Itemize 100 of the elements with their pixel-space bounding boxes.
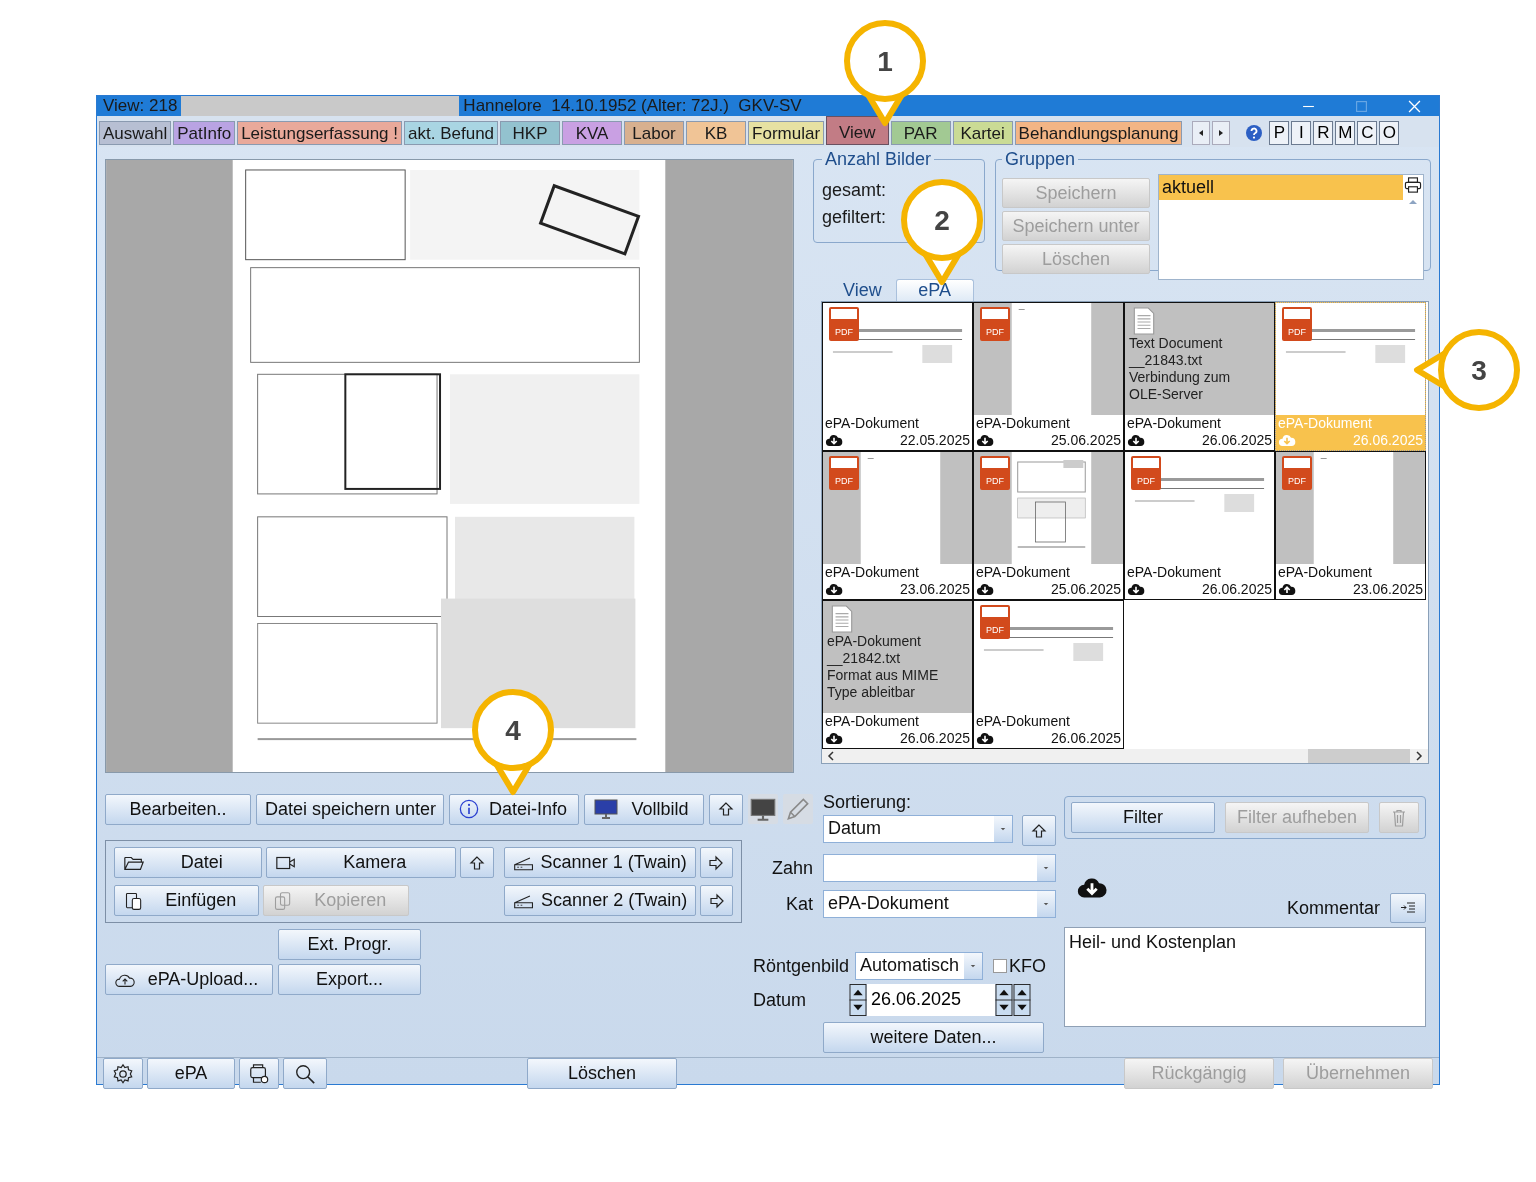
module-tab[interactable]: KVA <box>562 121 623 145</box>
arrow-up-button[interactable] <box>709 793 743 825</box>
document-date: 25.06.2025 <box>1050 581 1121 598</box>
more-data-button[interactable]: weitere Daten... <box>823 1022 1044 1053</box>
scroll-up-icon[interactable] <box>1408 199 1418 205</box>
quick-button[interactable]: I <box>1291 121 1312 145</box>
thumbnail[interactable]: PDF ePA-Dokument 26.06.2025 <box>1275 302 1426 451</box>
sort-direction-button[interactable] <box>1022 815 1056 846</box>
document-date: 26.06.2025 <box>1050 730 1121 747</box>
document-date: 26.06.2025 <box>1201 581 1272 598</box>
external-program-button[interactable]: Ext. Progr. <box>278 929 421 960</box>
epa-upload-button[interactable]: ePA-Upload... <box>105 964 273 995</box>
xray-dropdown[interactable]: Automatisch <box>855 952 983 980</box>
module-tab[interactable]: Formular <box>748 121 825 145</box>
kfo-checkbox[interactable] <box>993 959 1007 973</box>
document-date: 25.06.2025 <box>1050 432 1121 449</box>
scanner-button[interactable]: Scanner 2 (Twain) <box>504 885 697 916</box>
close-icon[interactable] <box>1408 99 1421 113</box>
module-tab[interactable]: PatInfo <box>173 121 236 145</box>
view-tab[interactable]: View <box>829 279 896 301</box>
scroll-left-icon[interactable] <box>826 750 836 762</box>
thumbnail[interactable]: PDF ePA-Dokument 25.06.2025 <box>973 451 1124 600</box>
printer-settings-button[interactable] <box>239 1058 279 1089</box>
category-dropdown[interactable]: ePA-Dokument <box>823 890 1056 918</box>
document-category: ePA-Dokument <box>1127 564 1222 581</box>
thumbnail[interactable]: PDF ePA-Dokument 22.05.2025 <box>822 302 973 451</box>
search-button[interactable] <box>283 1058 327 1089</box>
scrollbar-thumb[interactable] <box>1308 749 1410 763</box>
scroll-right-icon[interactable] <box>1212 121 1231 145</box>
thumbnail[interactable]: ePA-Dokument __21842.txt Format aus MIME Type ableitbar ePA-Dokument 26.06.2025 <box>822 600 973 749</box>
help-icon[interactable] <box>1244 123 1265 143</box>
document-category: ePA-Dokument <box>1278 564 1373 581</box>
arrow-right-icon <box>708 892 725 909</box>
module-tab[interactable]: akt. Befund <box>404 121 499 145</box>
comment-field[interactable]: Heil- und Kostenplan <box>1064 927 1426 1027</box>
quick-button[interactable]: O <box>1379 121 1400 145</box>
module-tab[interactable]: Kartei <box>952 121 1013 145</box>
quick-button[interactable]: M <box>1335 121 1356 145</box>
module-tab[interactable]: KB <box>686 121 747 145</box>
module-tab[interactable]: Auswahl <box>99 121 172 145</box>
edit-button[interactable]: Bearbeiten.. <box>105 793 251 825</box>
file-description: __21842.txt <box>827 650 902 667</box>
thumbnail[interactable]: PDF ePA-Dokument 26.06.2025 <box>1124 451 1275 600</box>
quick-button[interactable]: R <box>1313 121 1334 145</box>
monitor-icon[interactable] <box>748 794 778 824</box>
module-tab[interactable]: Behandlungsplanung <box>1014 121 1183 145</box>
document-category: ePA-Dokument <box>976 415 1071 432</box>
text-insert-icon <box>1400 900 1416 916</box>
filter-button[interactable]: Filter <box>1071 802 1215 833</box>
date-field[interactable]: 26.06.2025 <box>867 984 995 1016</box>
quick-button[interactable]: P <box>1269 121 1290 145</box>
quick-button[interactable]: C <box>1357 121 1378 145</box>
document-category: ePA-Dokument <box>976 564 1071 581</box>
group-list[interactable]: aktuell <box>1158 174 1424 280</box>
scroll-right-icon[interactable] <box>1414 750 1424 762</box>
module-tab[interactable]: HKP <box>500 121 561 145</box>
delete-button[interactable]: Löschen <box>527 1058 677 1089</box>
epa-button[interactable]: ePA <box>147 1058 235 1089</box>
printer-icon[interactable] <box>1404 177 1422 193</box>
module-tab[interactable]: PAR <box>890 121 951 145</box>
file-info-button[interactable]: Datei-Info <box>449 793 579 825</box>
spin-button[interactable] <box>995 984 1013 1016</box>
arrow-right-button[interactable] <box>700 885 733 916</box>
scroll-left-icon[interactable] <box>1192 121 1211 145</box>
field-label: Kat <box>784 893 813 915</box>
trash-icon <box>1391 808 1407 827</box>
pdf-icon: PDF <box>980 456 1010 490</box>
module-tab[interactable]: View <box>826 116 889 145</box>
arrow-right-icon <box>708 854 725 871</box>
thumbnail[interactable]: Text Document __21843.txt Verbindung zum OLE-Server ePA-Dokument 26.06.2025 <box>1124 302 1275 451</box>
pdf-icon: PDF <box>1282 307 1312 341</box>
arrow-up-button[interactable] <box>460 847 494 878</box>
settings-button[interactable] <box>103 1058 143 1089</box>
document-date: 26.06.2025 <box>1201 432 1272 449</box>
paste-button[interactable]: Einfügen <box>114 885 260 916</box>
insert-text-button[interactable] <box>1390 893 1426 923</box>
thumbnail[interactable]: PDF ePA-Dokument 23.06.2025 <box>822 451 973 600</box>
thumbnail[interactable]: PDF ePA-Dokument 26.06.2025 <box>973 600 1124 749</box>
sort-dropdown[interactable]: Datum <box>823 815 1014 843</box>
export-button[interactable]: Export... <box>278 964 421 995</box>
thumbnail[interactable]: PDF ePA-Dokument 23.06.2025 <box>1275 451 1426 600</box>
group-item[interactable]: aktuell <box>1159 175 1403 200</box>
spin-button[interactable] <box>849 984 867 1016</box>
document-category: ePA-Dokument <box>976 713 1071 730</box>
field-label: Datum <box>753 989 807 1011</box>
fullscreen-button[interactable]: Vollbild <box>584 793 704 825</box>
spin-button[interactable] <box>1013 984 1031 1016</box>
info-icon <box>458 799 480 819</box>
save-as-button[interactable]: Datei speichern unter <box>256 793 444 825</box>
document-date: 23.06.2025 <box>899 581 970 598</box>
dropdown-arrow-icon <box>1043 866 1049 870</box>
patient-info: Hannelore 14.10.1952 (Alter: 72J.) GKV-SV <box>463 96 802 116</box>
camera-button[interactable]: Kamera <box>265 847 457 878</box>
scanner-button[interactable]: Scanner 1 (Twain) <box>503 847 696 878</box>
module-tab[interactable]: Labor <box>624 121 685 145</box>
arrow-right-button[interactable] <box>699 847 733 878</box>
module-tab[interactable]: Leistungserfassung ! <box>237 121 403 145</box>
thumbnail[interactable]: PDF ePA-Dokument 25.06.2025 <box>973 302 1124 451</box>
file-button[interactable]: Datei <box>114 847 262 878</box>
group-title: Anzahl Bilder <box>824 149 933 170</box>
